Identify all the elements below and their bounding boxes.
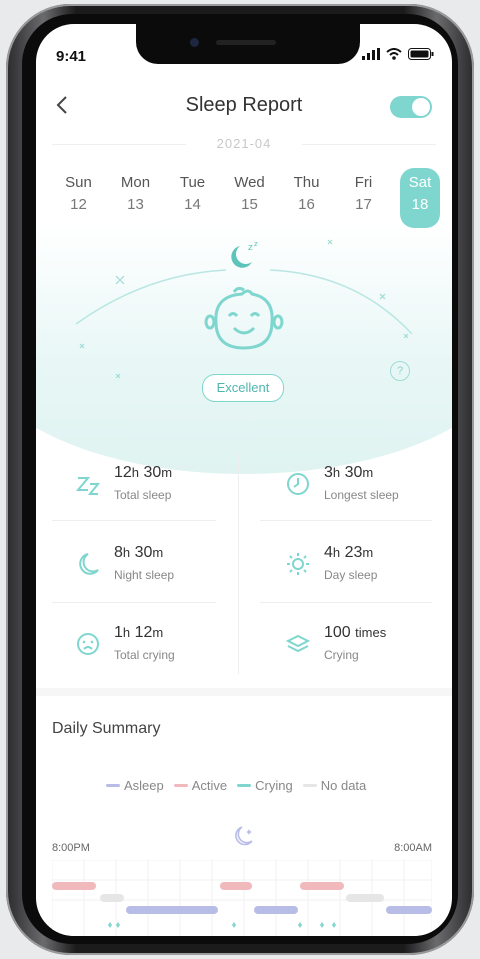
stat-night-sleep: 8h 30m Night sleep	[74, 540, 254, 600]
legend-item: Crying	[237, 778, 293, 793]
timeline-start-time: 8:00PM	[52, 842, 90, 854]
crying-count-label: Crying	[324, 648, 359, 662]
day-date: 17	[355, 196, 372, 213]
legend-label: Asleep	[124, 778, 164, 793]
speaker	[216, 40, 276, 45]
zz-icon	[75, 477, 101, 495]
signal-icon	[362, 48, 380, 60]
day-name: Fri	[354, 174, 373, 191]
camera	[190, 38, 199, 47]
status-icons	[362, 48, 434, 60]
month-label: 2021-04	[216, 136, 272, 151]
day-date: 16	[298, 196, 315, 213]
moon-zz-icon: z z	[231, 240, 258, 268]
day-thu[interactable]: Thu 16	[278, 172, 335, 228]
day-sleep-label: Day sleep	[324, 568, 378, 582]
segment-active	[52, 882, 96, 890]
toggle-knob	[412, 98, 430, 116]
chart-legend: Asleep Active Crying No data	[106, 778, 366, 793]
night-sleep-value: 8h 30m	[114, 544, 164, 561]
day-name: Sun	[65, 174, 92, 191]
segment-nodata	[346, 894, 384, 902]
legend-swatch	[237, 784, 252, 787]
sad-face-icon	[77, 633, 99, 655]
day-date: 13	[127, 196, 144, 213]
svg-text:z: z	[248, 243, 253, 253]
legend-label: Crying	[255, 778, 293, 793]
segment-asleep	[386, 906, 432, 914]
stats-divider-1a	[52, 520, 216, 521]
day-name: Tue	[179, 174, 206, 191]
legend-label: No data	[320, 778, 367, 793]
day-date: 14	[184, 196, 201, 213]
segment-active	[220, 882, 252, 890]
stats-divider-2a	[52, 602, 216, 603]
legend-item: Active	[173, 778, 228, 793]
day-date: 15	[241, 196, 258, 213]
stats-divider-1b	[260, 520, 432, 521]
day-name: Sat	[408, 174, 432, 191]
total-sleep-label: Total sleep	[114, 488, 172, 502]
stat-day-sleep: 4h 23m Day sleep	[284, 540, 452, 600]
wifi-icon	[386, 48, 402, 60]
timeline-end-time: 8:00AM	[394, 842, 432, 854]
longest-sleep-value: 3h 30m	[324, 464, 374, 481]
legend-item: No data	[302, 778, 367, 793]
day-wed[interactable]: Wed 15	[221, 172, 278, 228]
section-separator	[36, 688, 452, 696]
day-selector: Sun 12 Mon 13 Tue 14 Wed 15 Thu 16 Fri 17 Sat 18	[50, 168, 440, 228]
moon-icon	[79, 553, 99, 575]
legend-item: Asleep	[106, 778, 164, 793]
segment-active	[300, 882, 344, 890]
app-screen: 9:41 Sleep Report 2021-04 z z Excellent …	[36, 24, 452, 936]
svg-text:z: z	[254, 240, 258, 248]
daily-summary-title: Daily Summary	[52, 720, 161, 737]
legend-swatch	[302, 784, 317, 787]
help-icon[interactable]: ?	[390, 361, 410, 381]
segment-nodata	[100, 894, 124, 902]
day-mon[interactable]: Mon 13	[107, 172, 164, 228]
sleep-rating-badge: Excellent	[202, 374, 284, 402]
day-name: Wed	[234, 174, 265, 191]
stat-crying-count: 100 times Crying	[284, 620, 452, 680]
total-sleep-value: 12h 30m	[114, 464, 173, 481]
legend-swatch	[173, 784, 188, 787]
day-date: 18	[411, 196, 429, 213]
sun-icon	[287, 553, 309, 575]
segment-asleep	[126, 906, 218, 914]
night-sleep-label: Night sleep	[114, 568, 175, 582]
notch	[136, 24, 360, 64]
report-toggle[interactable]	[390, 96, 432, 118]
stat-total-crying: 1h 12m Total crying	[74, 620, 254, 680]
stat-total-sleep: 12h 30m Total sleep	[74, 460, 254, 520]
day-sat[interactable]: Sat 18	[400, 168, 440, 228]
day-name: Mon	[120, 174, 151, 191]
stats-divider-2b	[260, 602, 432, 603]
stat-longest-sleep: 3h 30m Longest sleep	[284, 460, 452, 520]
day-name: Thu	[293, 174, 320, 191]
total-crying-label: Total crying	[114, 648, 175, 662]
battery-icon	[408, 48, 434, 60]
night-moon-icon	[235, 826, 253, 846]
longest-sleep-label: Longest sleep	[324, 488, 399, 502]
daily-timeline	[52, 860, 432, 936]
day-fri[interactable]: Fri 17	[335, 172, 392, 228]
clock-icon	[287, 473, 309, 495]
day-sun[interactable]: Sun 12	[50, 172, 107, 228]
layers-icon	[285, 634, 311, 653]
day-sleep-value: 4h 23m	[324, 544, 374, 561]
baby-face-icon	[204, 286, 284, 350]
day-date: 12	[70, 196, 87, 213]
legend-swatch	[106, 784, 120, 787]
segment-asleep	[254, 906, 298, 914]
crying-count-value: 100 times	[324, 624, 387, 641]
day-tue[interactable]: Tue 14	[164, 172, 221, 228]
status-time: 9:41	[56, 48, 87, 65]
legend-label: Active	[191, 778, 228, 793]
total-crying-value: 1h 12m	[114, 624, 164, 641]
